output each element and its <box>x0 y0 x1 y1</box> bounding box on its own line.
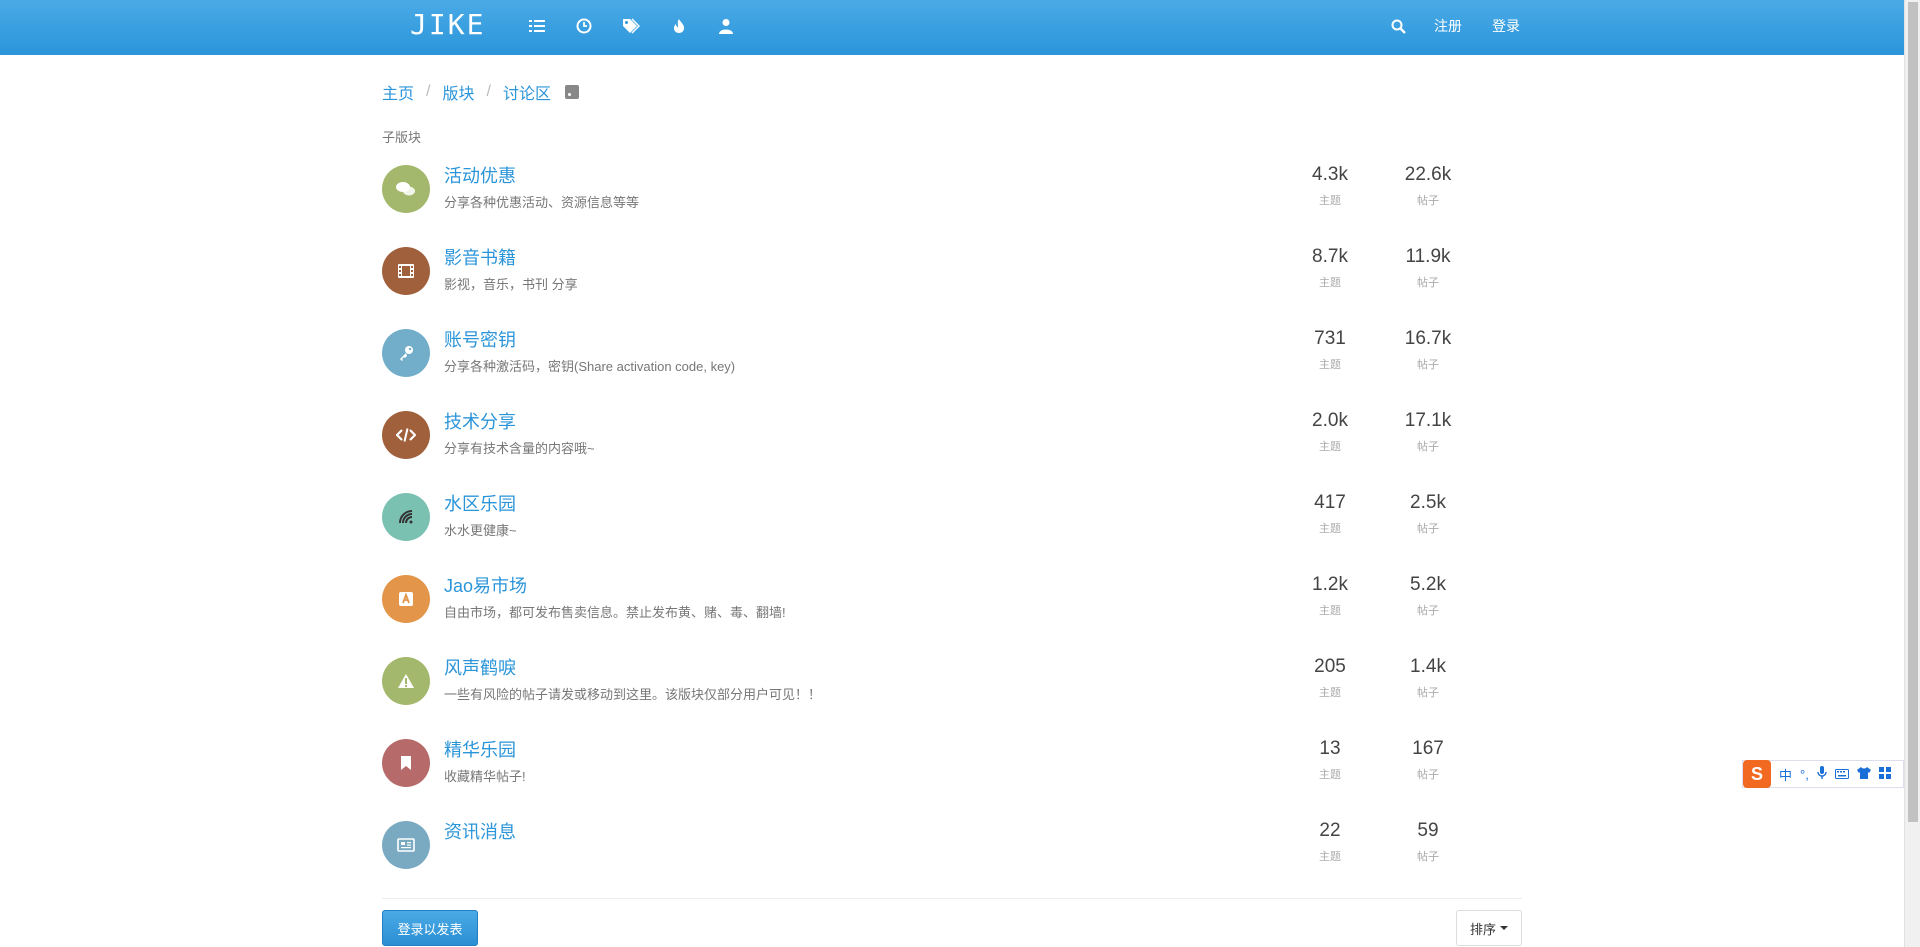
breadcrumb-home[interactable]: 主页 <box>382 80 414 104</box>
post-count: 59 帖子 <box>1417 820 1439 863</box>
post-count: 2.5k 帖子 <box>1410 492 1446 535</box>
divider <box>382 898 1522 899</box>
category-title[interactable]: 精华乐园 <box>444 736 516 762</box>
breadcrumb-separator: / <box>426 83 431 100</box>
category-title[interactable]: 资讯消息 <box>444 818 516 844</box>
list-icon[interactable] <box>527 16 547 36</box>
post-count: 1.4k 帖子 <box>1410 656 1446 699</box>
category-title[interactable]: 账号密钥 <box>444 326 516 352</box>
topic-count: 8.7k 主题 <box>1312 246 1348 289</box>
topic-count: 417 主题 <box>1314 492 1346 535</box>
sort-dropdown[interactable]: 排序 <box>1456 910 1522 946</box>
topic-count: 205 主题 <box>1314 656 1346 699</box>
category-title[interactable]: 影音书籍 <box>444 244 516 270</box>
category-description: 收藏精华帖子! <box>444 769 526 784</box>
breadcrumb-categories[interactable]: 版块 <box>442 80 474 104</box>
newspaper-icon[interactable] <box>382 821 430 869</box>
login-link[interactable]: 登录 <box>1492 16 1520 36</box>
register-link[interactable]: 注册 <box>1434 16 1462 36</box>
search-icon[interactable] <box>1388 16 1408 36</box>
ime-punct-toggle[interactable]: °, <box>1800 767 1809 782</box>
site-logo[interactable]: JIKE <box>410 8 485 41</box>
topic-count: 4.3k 主题 <box>1312 164 1348 207</box>
comments-icon[interactable] <box>382 165 430 213</box>
sogou-logo-icon[interactable]: S <box>1743 760 1771 788</box>
post-count: 11.9k 帖子 <box>1405 246 1451 289</box>
topic-count: 22 主题 <box>1319 820 1341 863</box>
category-item: 水区乐园 水水更健康~ 417 主题 2.5k 帖子 <box>382 478 1522 560</box>
topic-count: 731 主题 <box>1314 328 1346 371</box>
category-description: 分享有技术含量的内容哦~ <box>444 441 595 456</box>
category-description: 自由市场，都可发布售卖信息。禁止发布黄、赌、毒、翻墙! <box>444 605 786 620</box>
topic-count: 13 主题 <box>1319 738 1341 781</box>
category-description: 一些有风险的帖子请发或移动到这里。该版块仅部分用户可见！！ <box>444 687 822 702</box>
rss-icon[interactable] <box>564 85 579 99</box>
post-count: 16.7k 帖子 <box>1404 328 1452 371</box>
caret-down-icon <box>1500 926 1508 930</box>
user-icon[interactable] <box>716 16 736 36</box>
bookmark-icon[interactable] <box>382 739 430 787</box>
category-item: 技术分享 分享有技术含量的内容哦~ 2.0k 主题 17.1k 帖子 <box>382 396 1522 478</box>
category-title[interactable]: 水区乐园 <box>444 490 516 516</box>
category-title[interactable]: Jao易市场 <box>444 572 527 598</box>
category-item: 风声鹤唳 一些有风险的帖子请发或移动到这里。该版块仅部分用户可见！！ 205 主题… <box>382 642 1522 724</box>
topic-count: 1.2k 主题 <box>1312 574 1348 617</box>
post-count: 17.1k 帖子 <box>1404 410 1452 453</box>
category-list: 活动优惠 分享各种优惠活动、资源信息等等 4.3k 主题 22.6k 帖子 影音书籍… <box>382 150 1522 888</box>
clock-icon[interactable] <box>574 16 594 36</box>
top-navbar: JIKE 注册 登录 <box>0 0 1904 55</box>
subcategories-heading: 子版块 <box>382 130 422 145</box>
key-icon[interactable] <box>382 329 430 377</box>
ime-toolbar: S 中 °, <box>1742 760 1904 788</box>
fire-icon[interactable] <box>669 16 689 36</box>
category-description: 影视，音乐，书刊 分享 <box>444 277 578 292</box>
signal-icon[interactable] <box>382 493 430 541</box>
topic-count: 2.0k 主题 <box>1312 410 1348 453</box>
category-item: 影音书籍 影视，音乐，书刊 分享 8.7k 主题 11.9k 帖子 <box>382 232 1522 314</box>
category-title[interactable]: 技术分享 <box>444 408 516 434</box>
post-count: 167 帖子 <box>1412 738 1444 781</box>
category-item: 精华乐园 收藏精华帖子! 13 主题 167 帖子 <box>382 724 1522 806</box>
market-icon[interactable] <box>382 575 430 623</box>
category-item: 账号密钥 分享各种激活码，密钥(Share activation code, k… <box>382 314 1522 396</box>
category-item: Jao易市场 自由市场，都可发布售卖信息。禁止发布黄、赌、毒、翻墙! 1.2k 主… <box>382 560 1522 642</box>
breadcrumb-current[interactable]: 讨论区 <box>503 80 551 104</box>
category-title[interactable]: 风声鹤唳 <box>444 654 516 680</box>
skin-shirt-icon[interactable] <box>1856 766 1871 782</box>
category-title[interactable]: 活动优惠 <box>444 162 516 188</box>
category-item: 资讯消息 22 主题 59 帖子 <box>382 806 1522 888</box>
keyboard-icon[interactable] <box>1834 767 1849 782</box>
microphone-icon[interactable] <box>1817 765 1827 783</box>
breadcrumb: 主页 / 版块 / 讨论区 <box>382 80 579 104</box>
grid-menu-icon[interactable] <box>1878 766 1891 782</box>
category-description: 水水更健康~ <box>444 523 517 538</box>
warning-icon[interactable] <box>382 657 430 705</box>
code-icon[interactable] <box>382 411 430 459</box>
category-description: 分享各种激活码，密钥(Share activation code, key) <box>444 359 736 374</box>
category-item: 活动优惠 分享各种优惠活动、资源信息等等 4.3k 主题 22.6k 帖子 <box>382 150 1522 232</box>
sort-label: 排序 <box>1469 921 1496 937</box>
vertical-scrollbar[interactable] <box>1904 0 1920 947</box>
ime-mode-toggle[interactable]: 中 <box>1779 765 1792 784</box>
film-icon[interactable] <box>382 247 430 295</box>
tags-icon[interactable] <box>621 16 641 36</box>
breadcrumb-separator: / <box>486 83 491 100</box>
post-count: 22.6k 帖子 <box>1404 164 1452 207</box>
scrollbar-thumb[interactable] <box>1908 2 1918 822</box>
category-description: 分享各种优惠活动、资源信息等等 <box>444 195 640 210</box>
login-to-post-button[interactable]: 登录以发表 <box>382 910 478 946</box>
post-count: 5.2k 帖子 <box>1410 574 1446 617</box>
